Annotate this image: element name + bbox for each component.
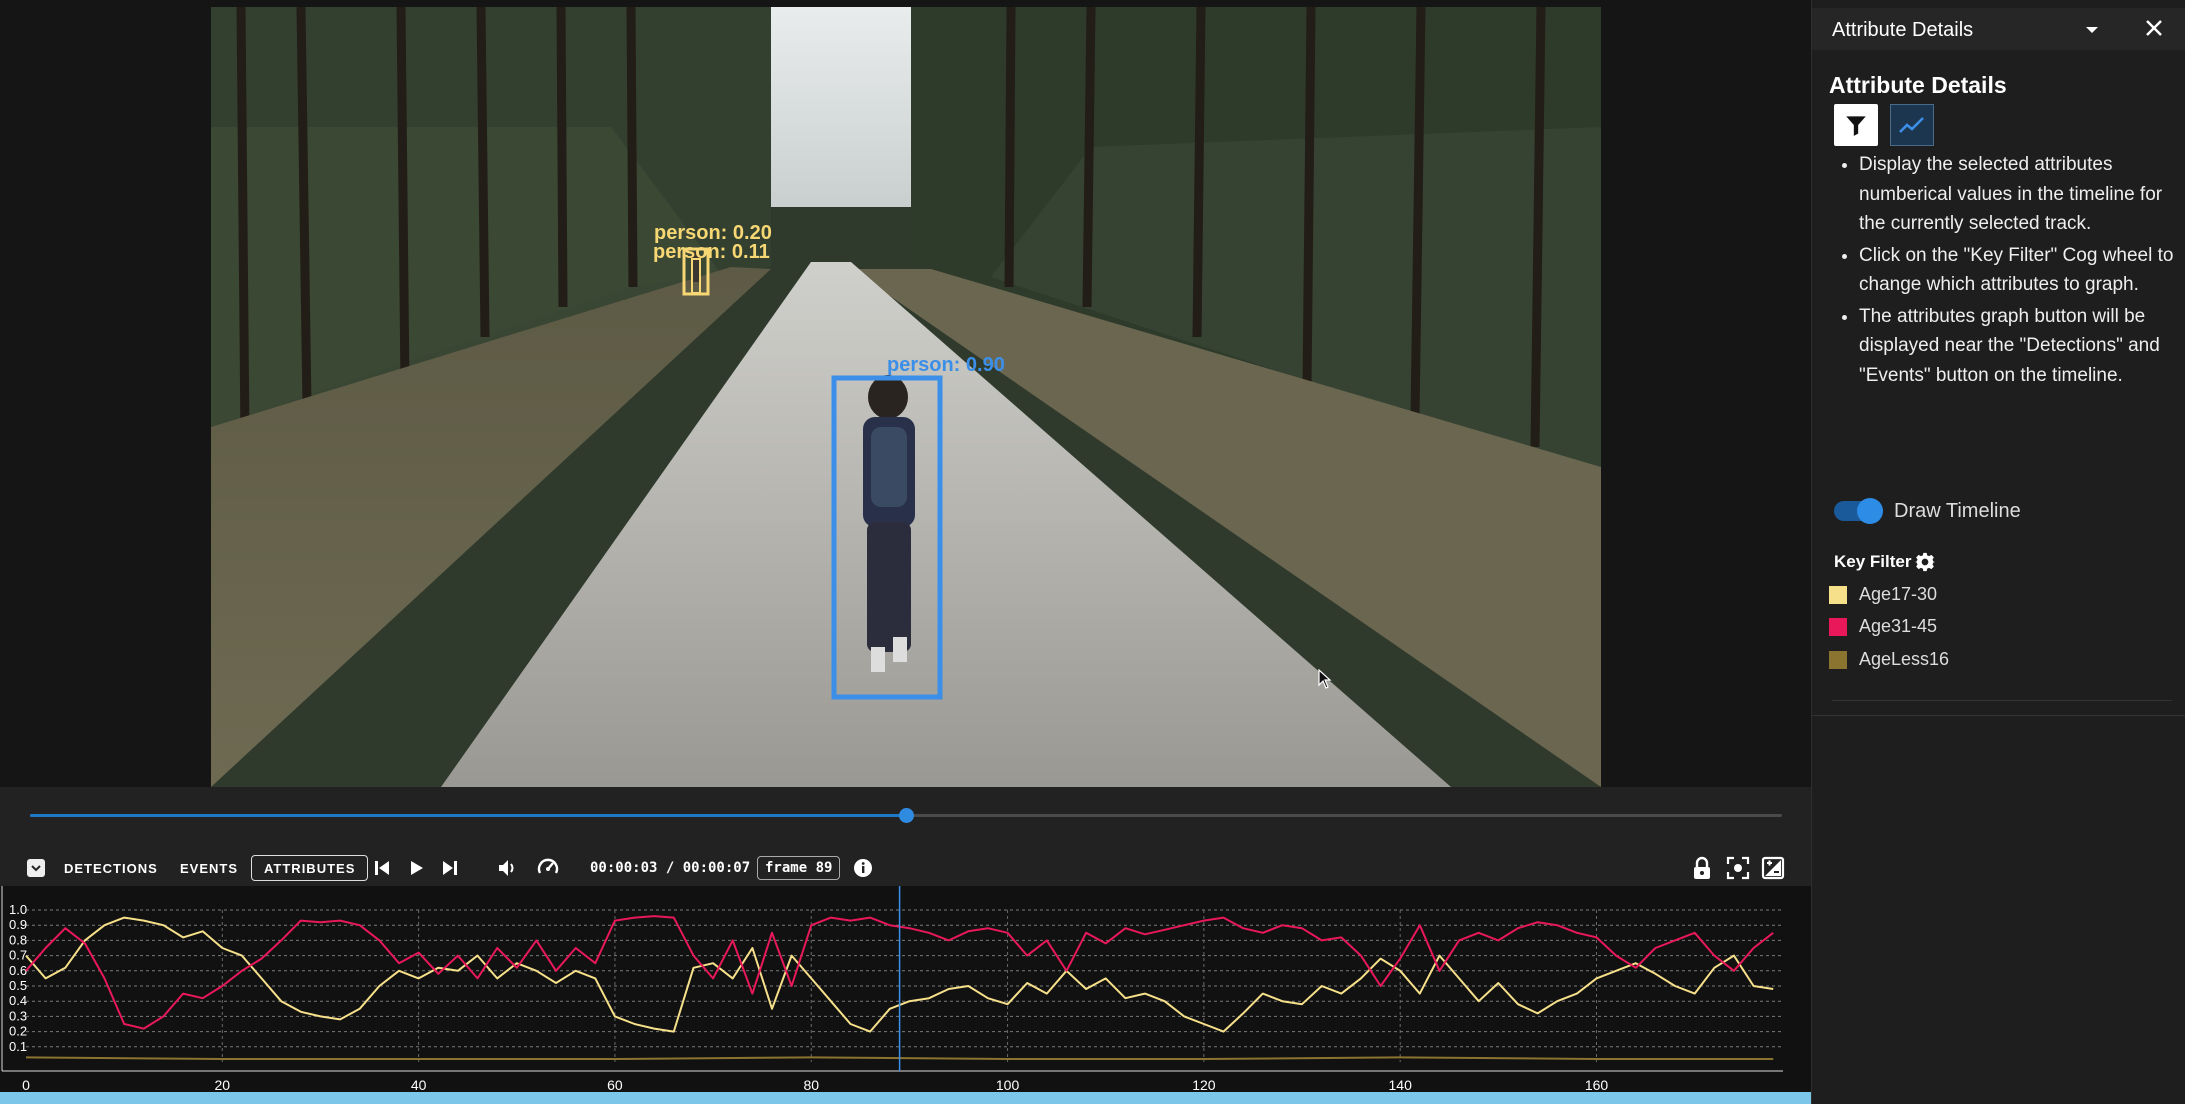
mouse-cursor-icon [1318,669,1332,689]
video-scene [211,7,1601,787]
video-viewer: person: 0.20 person: 0.11 person: 0.90 [0,0,1811,787]
key-swatch [1829,617,1847,636]
help-item: Click on the "Key Filter" Cog wheel to c… [1859,241,2179,300]
y-tick-label: 0.7 [9,948,27,963]
y-tick-label: 0.9 [9,917,27,932]
y-tick-label: 0.5 [9,978,27,993]
seek-bar-progress [30,814,906,817]
y-tick-label: 0.4 [9,993,27,1008]
panel-heading: Attribute Details [1829,72,2007,98]
y-tick-label: 0.6 [9,963,27,978]
x-tick-label: 60 [607,1077,623,1092]
close-icon[interactable] [2143,17,2167,41]
image-enhance-icon[interactable] [1760,855,1786,881]
trending-line-icon [1899,117,1924,133]
key-filter-label: Key Filter [1834,552,1912,571]
x-tick-label: 80 [803,1077,819,1092]
skip-previous-icon[interactable] [370,856,394,880]
y-tick-label: 0.8 [9,932,27,947]
seek-bar-thumb[interactable] [899,808,914,823]
detection-label-3: person: 0.90 [887,354,1005,376]
key-item-age31-45[interactable]: Age31-45 [1829,616,1937,637]
focus-track-icon[interactable] [1725,855,1751,881]
detection-label-2: person: 0.11 [653,241,770,263]
seek-bar[interactable] [30,808,1782,823]
time-display: 00:00:03 / 00:00:07 [590,860,751,876]
draw-timeline-toggle-row: Draw Timeline [1834,496,2021,526]
x-tick-label: 120 [1192,1077,1216,1092]
help-list: Display the selected attributes numberic… [1859,150,2179,392]
x-tick-label: 40 [411,1077,427,1092]
key-swatch [1829,585,1847,604]
detection-label-1: person: 0.20 [654,222,772,244]
filter-button[interactable] [1834,104,1878,146]
graph-button[interactable] [1890,104,1934,146]
filter-icon [1846,116,1866,136]
help-item: Display the selected attributes numberic… [1859,150,2179,239]
key-item-age17-30[interactable]: Age17-30 [1829,584,1937,605]
lock-icon[interactable] [1690,855,1714,881]
video-frame[interactable]: person: 0.20 person: 0.11 person: 0.90 [211,7,1601,787]
x-tick-label: 160 [1585,1077,1609,1092]
seek-bar-row [0,787,1811,843]
playback-speed-icon[interactable] [535,855,561,881]
draw-timeline-toggle[interactable] [1834,498,1883,524]
toggle-knob [1857,498,1883,524]
y-tick-label: 0.2 [9,1024,27,1039]
key-swatch [1829,650,1847,669]
key-label: AgeLess16 [1859,649,1950,669]
panel-header-title: Attribute Details [1832,19,1974,41]
tab-events[interactable]: EVENTS [168,855,250,881]
key-item-ageless16[interactable]: AgeLess16 [1829,649,1949,670]
attribute-details-panel: Attribute Details Attribute Details Disp… [1811,0,2185,1104]
panel-header: Attribute Details [1812,8,2185,50]
tab-attributes[interactable]: ATTRIBUTES [251,855,369,881]
timeline-track-bar [0,1092,1811,1104]
key-label: Age31-45 [1859,616,1938,636]
divider [1832,700,2172,701]
panel-dropdown-icon[interactable] [2082,20,2102,40]
y-tick-label: 0.3 [9,1008,27,1023]
gear-icon[interactable] [1915,552,1936,572]
x-tick-label: 100 [996,1077,1020,1092]
y-tick-label: 1.0 [9,902,27,917]
key-filter-row: Key Filter [1834,552,1936,572]
x-tick-label: 0 [22,1077,30,1092]
x-tick-label: 140 [1389,1077,1413,1092]
y-tick-label: 0.1 [9,1039,27,1054]
volume-icon[interactable] [496,856,520,880]
person-figure [863,375,915,672]
play-icon[interactable] [404,856,428,880]
draw-timeline-label: Draw Timeline [1894,499,2021,522]
x-tick-label: 20 [215,1077,231,1092]
frame-counter[interactable]: frame 89 [757,856,841,880]
skip-next-icon[interactable] [438,856,462,880]
app: person: 0.20 person: 0.11 person: 0.90 D… [0,0,2185,1104]
tab-detections[interactable]: DETECTIONS [52,855,170,881]
attribute-line-chart: 1.00.90.80.70.60.50.40.30.20.1 0 20 40 60 80 1… [1,886,1783,1093]
divider [1812,715,2185,716]
help-item: The attributes graph button will be disp… [1859,302,2179,391]
attribute-timeline[interactable]: 1.0 0.9 0.8 0.7 0.6 0.5 0.4 0.3 0.2 0.1 0 20 40 60 80 1… [0,886,1811,1094]
collapse-timeline-icon[interactable] [27,859,45,877]
key-label: Age17-30 [1859,584,1938,604]
info-icon[interactable] [852,857,874,879]
